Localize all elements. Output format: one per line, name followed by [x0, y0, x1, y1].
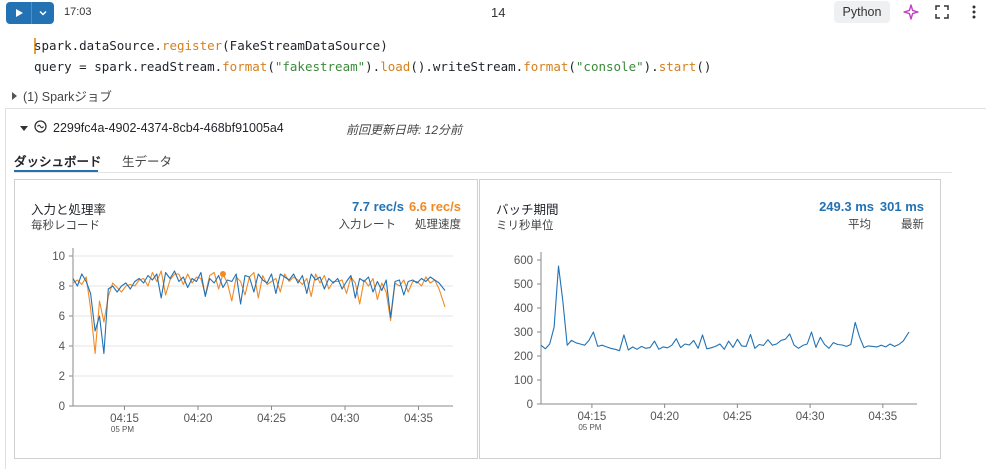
expand-icon[interactable] — [933, 3, 951, 21]
chart-subtitle: 毎秒レコード — [31, 220, 100, 232]
y-tick-label: 10 — [52, 251, 65, 263]
spark-jobs-toggle[interactable]: (1) Sparkジョブ — [12, 86, 112, 105]
y-tick-label: 0 — [59, 401, 65, 413]
assistant-sparkle-icon[interactable] — [902, 3, 920, 21]
batch-avg-value: 249.3 ms — [819, 199, 874, 214]
chart-subtitle: ミリ秒単位 — [496, 220, 554, 232]
stream-header[interactable]: 2299fc4a-4902-4374-8cb4-468bf91005a4 — [20, 120, 284, 136]
batch-latest-label: 最新 — [901, 219, 924, 231]
tab-raw-data[interactable]: 生データ — [122, 151, 172, 170]
code-token: () — [696, 58, 712, 74]
caret-down-icon[interactable] — [20, 125, 28, 131]
y-tick-label: 400 — [514, 303, 533, 315]
code-token: ). — [643, 58, 659, 74]
input-rate-value: 7.7 rec/s — [351, 199, 404, 214]
batch-duration-chart[interactable]: 0 100 200 300 400 500 600 04:1505 PM 04:20 04:25 0… — [480, 242, 940, 442]
x-tick-sublabel: 05 PM — [578, 423, 601, 432]
code-token: load — [380, 58, 411, 74]
process-rate-label: 処理速度 — [415, 219, 461, 231]
y-tick-label: 6 — [59, 311, 65, 323]
x-tick-sublabel: 05 PM — [111, 425, 134, 434]
more-menu-icon[interactable] — [965, 3, 983, 21]
tab-dashboard[interactable]: ダッシュボード — [14, 151, 102, 170]
code-token: ().writeStream. — [410, 58, 524, 74]
chevron-down-icon[interactable] — [32, 2, 54, 24]
chart-title: 入力と処理率 — [31, 203, 107, 217]
code-token: ). — [365, 58, 381, 74]
cell-number: 14 — [491, 5, 506, 20]
code-token: "console" — [575, 58, 644, 74]
y-tick-label: 0 — [527, 399, 533, 411]
code-editor[interactable]: spark.dataSource.register(FakeStreamData… — [34, 36, 711, 77]
x-tick-label: 04:35 — [868, 411, 897, 423]
y-tick-label: 8 — [59, 281, 65, 293]
x-tick-label: 04:30 — [796, 411, 825, 423]
x-tick-label: 04:25 — [723, 411, 752, 423]
run-time: 17:03 — [64, 6, 92, 18]
run-cell-button[interactable] — [6, 2, 54, 24]
y-tick-label: 200 — [514, 351, 533, 363]
input-processing-rate-card: 入力と処理率 毎秒レコード 7.7 rec/s 入力レート 6.6 rec/s … — [14, 179, 478, 459]
tab-divider — [14, 172, 952, 173]
chart-title: バッチ期間 — [496, 203, 559, 217]
x-tick-label: 04:25 — [257, 413, 286, 425]
caret-right-icon — [12, 91, 17, 100]
input-rate-label: 入力レート — [338, 219, 397, 231]
x-tick-label: 04:15 — [110, 413, 139, 425]
language-selector[interactable]: Python — [834, 1, 890, 23]
spark-jobs-label: (1) Sparkジョブ — [23, 90, 112, 104]
code-line-1: spark.dataSource.register(FakeStreamData… — [34, 38, 388, 53]
code-token: query = spark.readStream. — [34, 58, 223, 74]
cell-toolbar: 17:03 14 Python — [0, 0, 986, 26]
code-token: spark.dataSource. — [34, 38, 162, 53]
code-token: register — [161, 38, 223, 53]
batch-duration-card: バッチ期間 ミリ秒単位 249.3 ms 平均 301 ms 最新 0 100 20… — [479, 179, 941, 459]
process-rate-value: 6.6 rec/s — [408, 199, 461, 214]
code-token: start — [658, 58, 697, 74]
x-tick-label: 04:35 — [404, 413, 433, 425]
series-line — [72, 270, 446, 355]
x-tick-label: 04:20 — [650, 411, 679, 423]
y-tick-label: 600 — [514, 255, 533, 267]
y-tick-label: 100 — [514, 375, 533, 387]
y-tick-label: 4 — [59, 341, 66, 353]
last-updated: 前回更新日時: 12分前 — [346, 123, 463, 137]
code-token: "fakestream" — [274, 58, 366, 74]
code-token: ( — [568, 58, 576, 74]
hover-point — [219, 271, 226, 277]
play-icon[interactable] — [6, 2, 32, 24]
code-token: format — [222, 58, 268, 74]
stream-status-icon — [34, 120, 47, 136]
series-line — [540, 265, 910, 352]
rate-chart[interactable]: 0 2 4 6 8 10 04:1505 PM 04:20 04:25 04:30 04:35 — [15, 242, 477, 442]
code-token: format — [523, 58, 569, 74]
batch-latest-value: 301 ms — [879, 199, 924, 214]
y-tick-label: 500 — [514, 279, 533, 291]
y-tick-label: 2 — [59, 371, 65, 383]
x-tick-label: 04:20 — [184, 413, 213, 425]
y-tick-label: 300 — [514, 327, 533, 339]
stream-id: 2299fc4a-4902-4374-8cb4-468bf91005a4 — [53, 121, 284, 135]
batch-avg-label: 平均 — [848, 219, 871, 231]
code-token: ( — [267, 58, 275, 74]
x-tick-label: 04:15 — [578, 411, 607, 423]
x-tick-label: 04:30 — [331, 413, 360, 425]
code-token: (FakeStreamDataSource) — [222, 38, 388, 53]
code-line-2: query = spark.readStream.format("fakestr… — [34, 59, 711, 74]
